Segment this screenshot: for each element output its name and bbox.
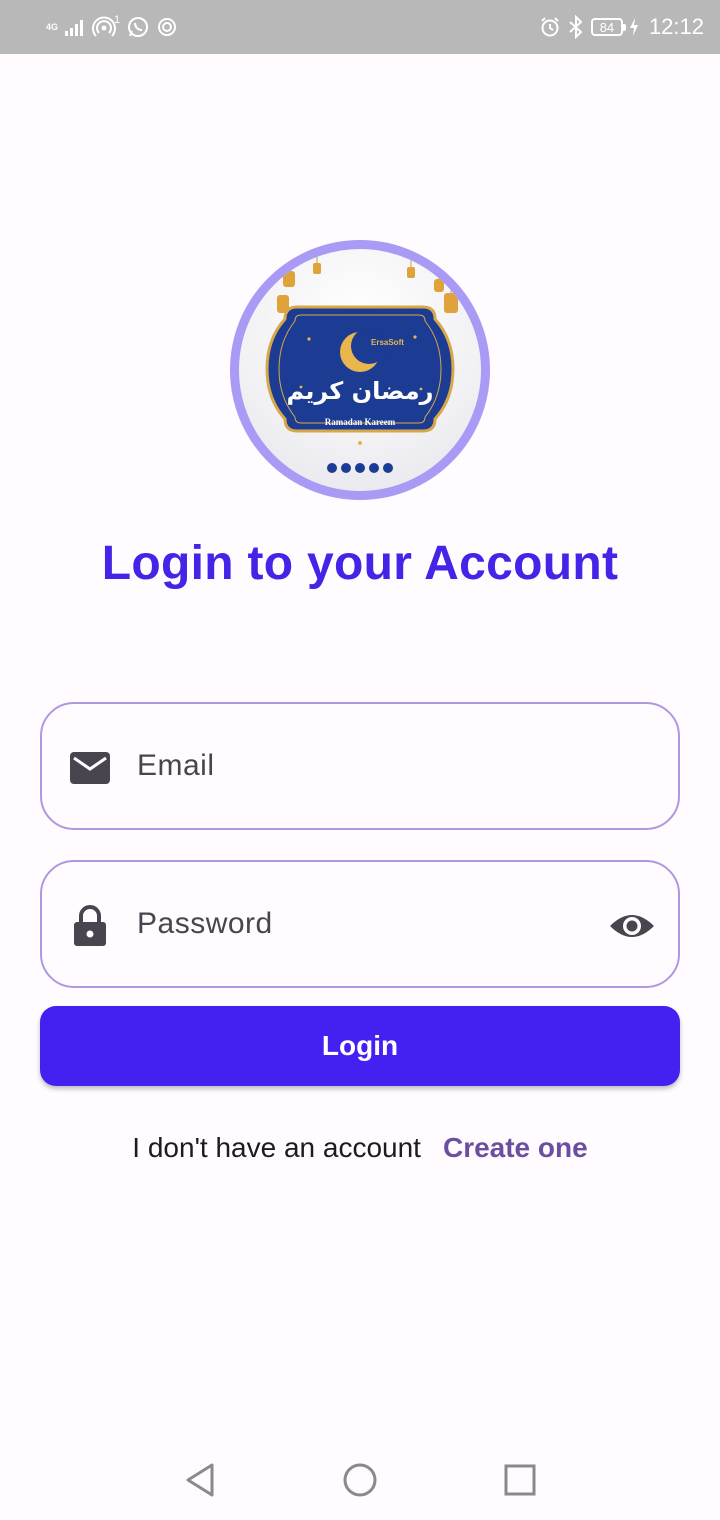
password-input[interactable]	[137, 862, 557, 986]
recents-icon[interactable]	[500, 1460, 540, 1500]
signal-icon	[65, 20, 83, 36]
password-field[interactable]	[40, 860, 680, 988]
signup-prompt-row: I don't have an account Create one	[0, 1132, 720, 1164]
logo-brand: ErsaSoft	[371, 338, 404, 347]
status-time: 12:12	[648, 14, 704, 39]
ramadan-kareem-logo: ErsaSoft رمضان كريم Ramadan Kareem	[230, 240, 490, 500]
email-icon	[70, 752, 110, 784]
battery-icon: 84	[590, 18, 626, 36]
charging-icon	[629, 18, 638, 36]
alarm-icon	[541, 17, 559, 37]
back-icon[interactable]	[180, 1460, 220, 1500]
network-type-label: 4G	[46, 21, 59, 32]
hotspot-icon	[92, 16, 116, 37]
create-account-link[interactable]: Create one	[443, 1132, 588, 1163]
login-button[interactable]: Login	[40, 1006, 680, 1086]
email-field[interactable]	[40, 702, 680, 830]
signup-prompt-text: I don't have an account	[132, 1132, 421, 1163]
home-icon[interactable]	[340, 1460, 380, 1500]
email-input[interactable]	[137, 704, 557, 828]
page-title: Login to your Account	[101, 537, 619, 590]
bluetooth-icon	[569, 15, 583, 39]
location-icon	[158, 18, 177, 36]
logo-caption: Ramadan Kareem	[325, 417, 396, 427]
logo-artwork: ErsaSoft رمضان كريم Ramadan Kareem	[265, 249, 458, 473]
status-bar: 4G 1 84 12:12	[0, 0, 720, 54]
hotspot-badge: 1	[114, 14, 121, 26]
whatsapp-icon	[128, 17, 149, 37]
lock-icon	[74, 905, 106, 946]
logo-arabic-text: رمضان كريم	[287, 377, 434, 405]
system-nav-bar	[0, 1440, 720, 1520]
eye-icon[interactable]	[608, 904, 656, 948]
